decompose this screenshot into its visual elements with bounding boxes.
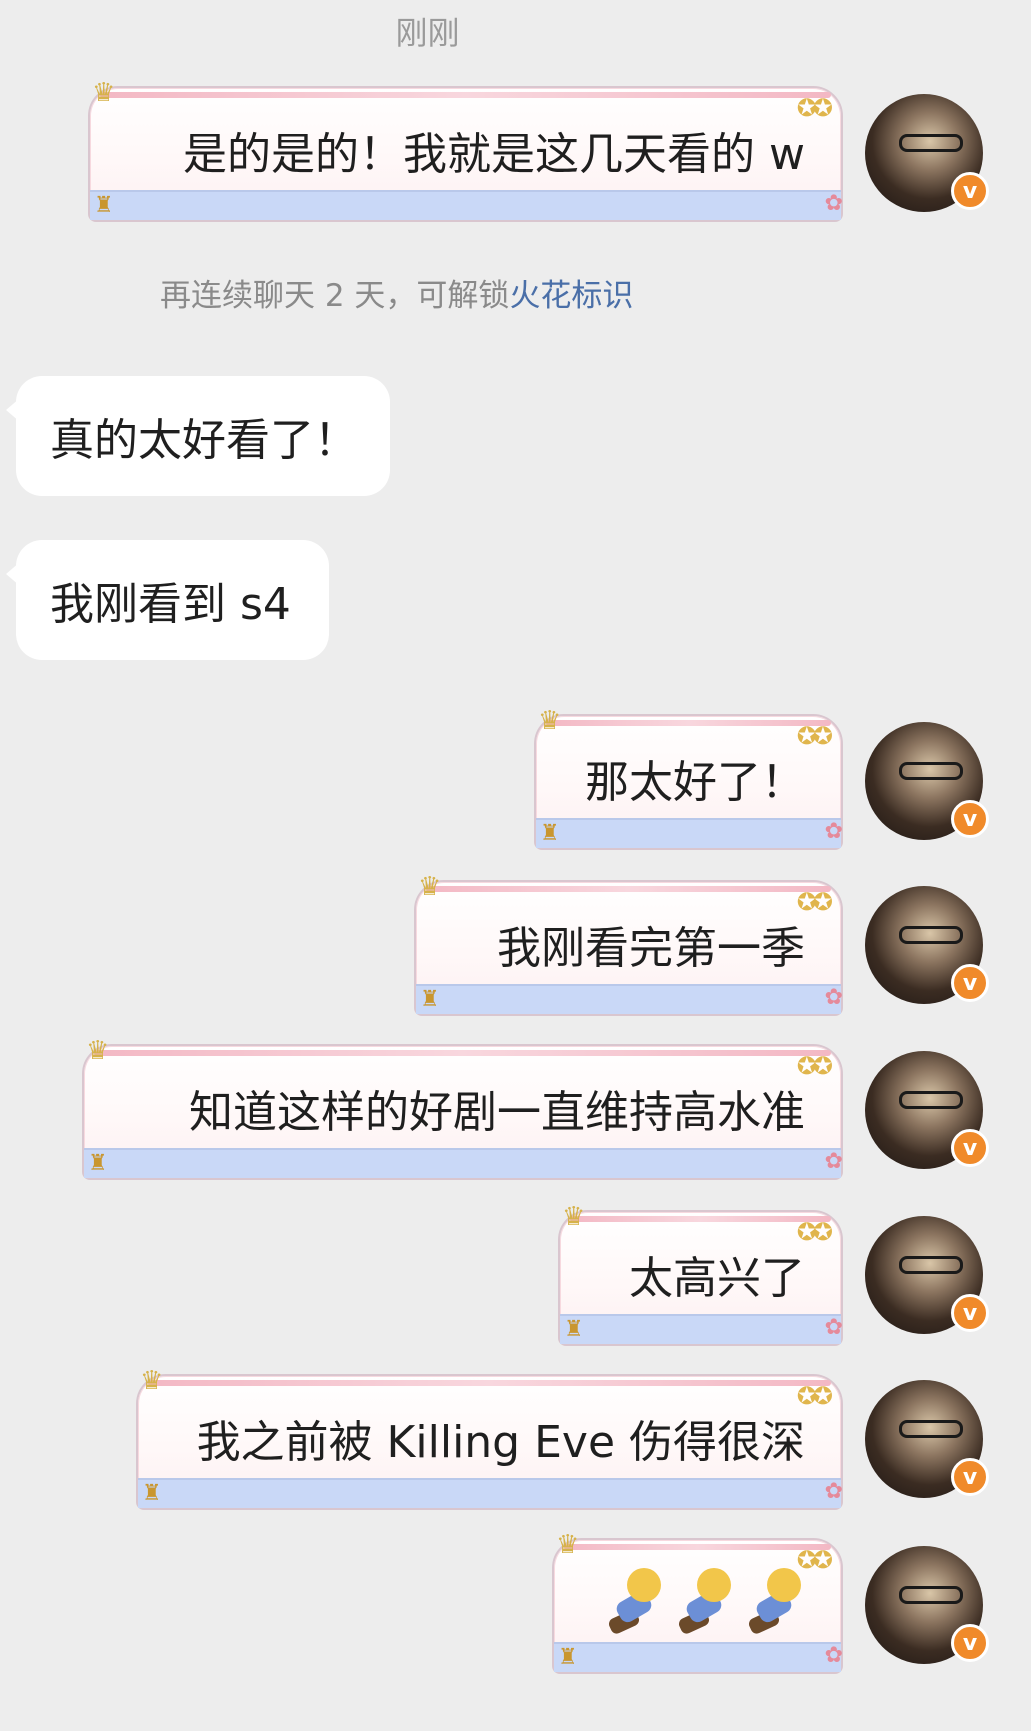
- bubble-top-border: [564, 1544, 831, 1550]
- bow-decoration-icon: ✿: [824, 985, 843, 1010]
- avatar[interactable]: v: [865, 722, 989, 840]
- trophy-decoration-icon: ♜: [94, 193, 114, 218]
- kneeling-figure-icon: [677, 1566, 735, 1636]
- crown-decoration-icon: ♛: [92, 78, 116, 108]
- streak-hint-text: 再连续聊天 2 天，可解锁: [160, 278, 510, 314]
- streak-hint: 再连续聊天 2 天，可解锁火花标识: [160, 270, 633, 315]
- verified-badge-icon: v: [951, 1294, 989, 1332]
- bow-decoration-icon: ✿: [824, 1149, 843, 1174]
- avatar-glasses: [899, 926, 963, 944]
- trophy-decoration-icon: ♜: [88, 1151, 108, 1176]
- bubble-top-border: [94, 1050, 831, 1056]
- message-text: 知道这样的好剧一直维持高水准: [189, 1087, 805, 1138]
- crown-decoration-icon: ♛: [556, 1530, 580, 1560]
- avatar-glasses: [899, 762, 963, 780]
- bubble-top-border: [546, 720, 831, 726]
- avatar[interactable]: v: [865, 94, 989, 212]
- kneeling-figure-emoji-row: [607, 1566, 805, 1636]
- avatar[interactable]: v: [865, 1051, 989, 1169]
- timestamp: 刚刚: [395, 14, 460, 52]
- avatar-glasses: [899, 1256, 963, 1274]
- trophy-decoration-icon: ♜: [142, 1481, 162, 1506]
- bubble-top-border: [100, 92, 831, 98]
- crown-decoration-icon: ♛: [86, 1036, 110, 1066]
- bubble-base-strip: [84, 1148, 841, 1178]
- avatar[interactable]: v: [865, 886, 989, 1004]
- outgoing-message-bubble[interactable]: ♛ ✪✪ ♜ ✿: [552, 1530, 843, 1674]
- incoming-message-bubble[interactable]: 真的太好看了！: [6, 376, 390, 496]
- outgoing-message-bubble[interactable]: ♛ ✪✪ ♜ ✿ 我之前被 Killing Eve 伤得很深: [136, 1366, 843, 1510]
- bubble-base-strip: [560, 1314, 841, 1344]
- bow-decoration-icon: ✿: [824, 819, 843, 844]
- bubble-base-strip: [416, 984, 841, 1014]
- crown-decoration-icon: ♛: [562, 1202, 586, 1232]
- bubble-base-strip: [138, 1478, 841, 1508]
- avatar-glasses: [899, 1420, 963, 1438]
- verified-badge-icon: v: [951, 800, 989, 838]
- bow-decoration-icon: ✿: [824, 1479, 843, 1504]
- verified-badge-icon: v: [951, 1129, 989, 1167]
- crown-decoration-icon: ♛: [140, 1366, 164, 1396]
- avatar-glasses: [899, 1091, 963, 1109]
- kneeling-figure-icon: [607, 1566, 665, 1636]
- bubble-base-strip: [554, 1642, 841, 1672]
- message-text: 那太好了！: [585, 757, 805, 808]
- verified-badge-icon: v: [951, 1458, 989, 1496]
- outgoing-message-bubble[interactable]: ♛ ✪✪ ♜ ✿ 太高兴了: [558, 1202, 843, 1346]
- trophy-decoration-icon: ♜: [540, 821, 560, 846]
- message-text: 太高兴了: [629, 1253, 805, 1304]
- message-text: 真的太好看了！: [50, 415, 358, 466]
- bow-decoration-icon: ✿: [824, 1315, 843, 1340]
- bubble-top-border: [426, 886, 831, 892]
- message-text: 我刚看完第一季: [497, 923, 805, 974]
- bubble-top-border: [570, 1216, 831, 1222]
- bow-decoration-icon: ✿: [824, 1643, 843, 1668]
- incoming-message-bubble[interactable]: 我刚看到 s4: [6, 540, 329, 660]
- outgoing-message-bubble[interactable]: ♛ ✪✪ ♜ ✿ 那太好了！: [534, 706, 843, 850]
- bubble-base-strip: [90, 190, 841, 220]
- message-text: 我之前被 Killing Eve 伤得很深: [196, 1417, 805, 1468]
- avatar[interactable]: v: [865, 1546, 989, 1664]
- avatar-glasses: [899, 1586, 963, 1604]
- verified-badge-icon: v: [951, 172, 989, 210]
- crown-decoration-icon: ♛: [418, 872, 442, 902]
- avatar-glasses: [899, 134, 963, 152]
- spark-badge-link[interactable]: 火花标识: [509, 278, 633, 314]
- message-text: 是的是的！我就是这几天看的 w: [183, 129, 805, 180]
- kneeling-figure-icon: [747, 1566, 805, 1636]
- verified-badge-icon: v: [951, 1624, 989, 1662]
- avatar[interactable]: v: [865, 1216, 989, 1334]
- outgoing-message-bubble[interactable]: ♛ ✪✪ ♜ ✿ 我刚看完第一季: [414, 872, 843, 1016]
- bubble-base-strip: [536, 818, 841, 848]
- avatar[interactable]: v: [865, 1380, 989, 1498]
- trophy-decoration-icon: ♜: [564, 1317, 584, 1342]
- outgoing-message-bubble[interactable]: ♛ ✪✪ ♜ ✿ 是的是的！我就是这几天看的 w: [88, 78, 843, 222]
- trophy-decoration-icon: ♜: [558, 1645, 578, 1670]
- bow-decoration-icon: ✿: [824, 191, 843, 216]
- verified-badge-icon: v: [951, 964, 989, 1002]
- outgoing-message-bubble[interactable]: ♛ ✪✪ ♜ ✿ 知道这样的好剧一直维持高水准: [82, 1036, 843, 1180]
- crown-decoration-icon: ♛: [538, 706, 562, 736]
- trophy-decoration-icon: ♜: [420, 987, 440, 1012]
- bubble-top-border: [148, 1380, 831, 1386]
- message-text: 我刚看到 s4: [50, 579, 291, 630]
